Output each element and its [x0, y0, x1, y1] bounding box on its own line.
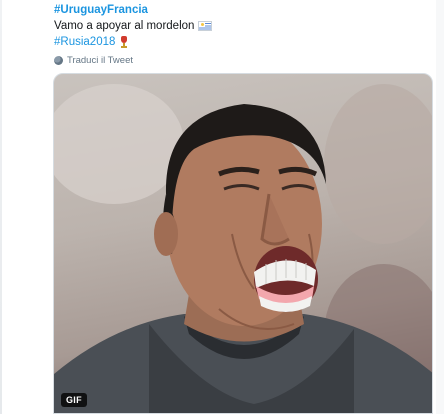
translate-label: Traduci il Tweet — [67, 54, 133, 66]
gif-frame-image — [54, 84, 432, 413]
translate-tweet-link[interactable]: Traduci il Tweet — [54, 53, 133, 67]
timeline-left-border — [0, 0, 2, 414]
globe-icon — [54, 55, 63, 65]
hashtag-uruguayfrancia-link[interactable]: #UruguayFrancia — [54, 2, 148, 18]
tweet-media-gif[interactable]: GIF — [53, 73, 433, 414]
tweet-body: #UruguayFrancia Vamo a apoyar al mordelo… — [54, 2, 424, 50]
tweet-text: Vamo a apoyar al mordelon — [54, 20, 195, 32]
hashtag-rusia2018-link[interactable]: #Rusia2018 — [54, 34, 115, 50]
trophy-icon — [119, 35, 129, 49]
uruguay-flag-icon — [198, 21, 213, 31]
gif-badge: GIF — [61, 393, 87, 407]
scrollbar-track[interactable] — [436, 0, 444, 414]
tweet-container: #UruguayFrancia Vamo a apoyar al mordelo… — [0, 0, 444, 414]
